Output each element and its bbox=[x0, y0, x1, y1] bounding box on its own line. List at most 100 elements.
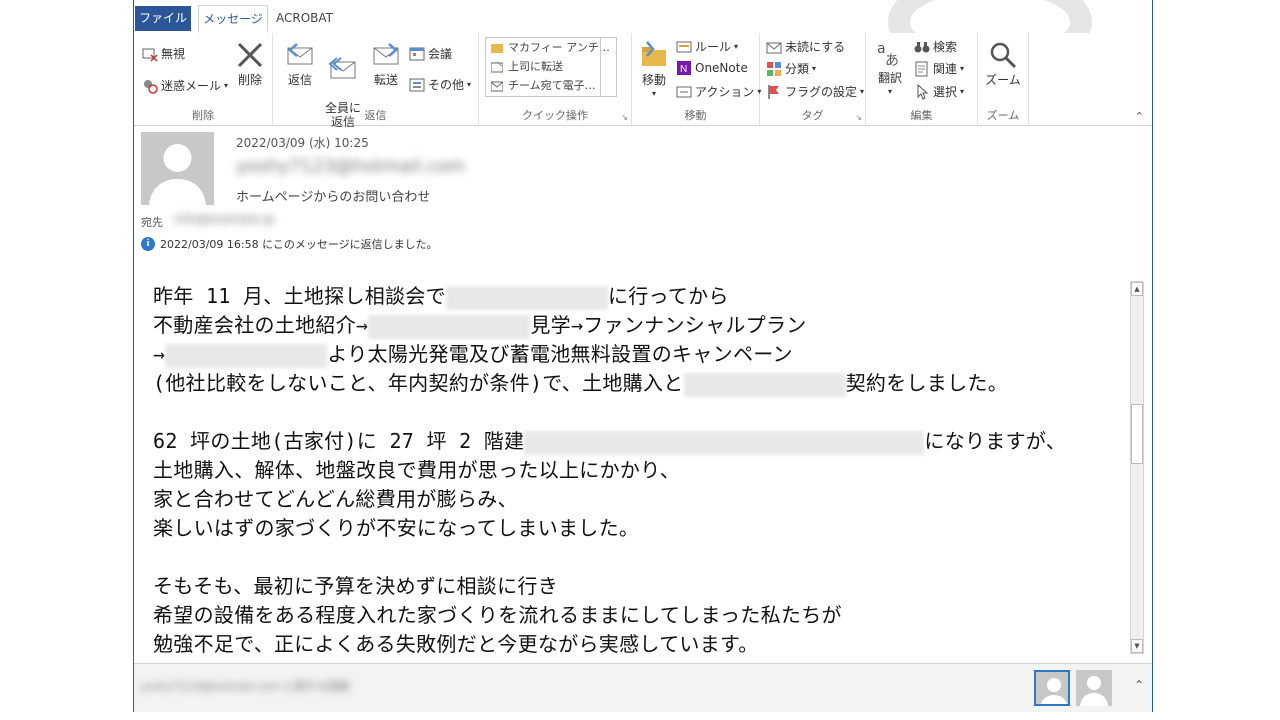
ignore-button[interactable]: 無視 bbox=[142, 45, 185, 62]
group-zoom-label: ズーム bbox=[986, 109, 1020, 122]
move-label: 移動 bbox=[641, 73, 666, 87]
junk-icon bbox=[142, 78, 158, 94]
group-move: 移動 ▾ ルール ▾ N OneNote アクション ▾ 移動 bbox=[632, 33, 761, 125]
body-text: に行ってから bbox=[607, 284, 729, 308]
onenote-label: OneNote bbox=[695, 61, 748, 75]
people-avatar[interactable] bbox=[1076, 670, 1112, 706]
find-label: 検索 bbox=[933, 40, 958, 54]
svg-text:あ: あ bbox=[885, 53, 899, 68]
body-text: より太陽光発電及び蓄電池無料設置のキャンペーン bbox=[327, 342, 793, 366]
binoculars-icon bbox=[914, 39, 930, 55]
reply-icon bbox=[284, 39, 316, 71]
message-header: 2022/03/09 (水) 10:25 yoshy7123@hotmail.c… bbox=[134, 126, 1152, 256]
body-paragraph-2: 62 坪の土地(古家付)に 27 坪 2 階建 になりますが、 土地購入、解体、地… bbox=[153, 427, 1066, 543]
actions-icon bbox=[676, 84, 692, 100]
people-avatar[interactable] bbox=[1034, 670, 1070, 706]
redacted-text bbox=[683, 372, 846, 397]
cursor-icon bbox=[914, 83, 930, 100]
tab-acrobat[interactable]: ACROBAT bbox=[276, 6, 333, 31]
group-tags-label: タグ bbox=[801, 109, 824, 122]
svg-text:N: N bbox=[680, 64, 687, 75]
quick-step-item[interactable]: チーム宛て電子… bbox=[486, 76, 616, 95]
junk-dropdown-icon: ▾ bbox=[224, 81, 229, 90]
related-button[interactable]: 関連 ▾ bbox=[914, 60, 964, 77]
redacted-text bbox=[445, 285, 608, 310]
mark-unread-button[interactable]: 未読にする bbox=[766, 38, 845, 55]
ribbon: 無視 迷惑メール ▾ 削除 削除 返信 全員に 返信 転送 会議 その他 ▾ 返… bbox=[134, 33, 1152, 129]
tags-dialog-launcher-icon[interactable]: ↘ bbox=[855, 113, 862, 122]
find-button[interactable]: 検索 bbox=[914, 38, 957, 55]
scroll-up-icon[interactable]: ▲ bbox=[1131, 282, 1143, 296]
message-text: 昨年 11 月、土地探し相談会で に行ってから 不動産会社の土地紹介→ 見学→ファン… bbox=[153, 282, 1066, 662]
body-paragraph-1: 昨年 11 月、土地探し相談会で に行ってから 不動産会社の土地紹介→ 見学→ファン… bbox=[153, 282, 1066, 398]
body-text: 62 坪の土地(古家付)に 27 坪 2 階建 bbox=[153, 429, 525, 453]
quick-step-label: チーム宛て電子… bbox=[508, 79, 596, 92]
tab-message[interactable]: メッセージ bbox=[198, 5, 268, 33]
categorize-label: 分類 bbox=[785, 62, 810, 76]
body-text: 見学→ファンナンシャルプラン bbox=[530, 313, 807, 337]
body-line: 希望の設備をある程度入れた家づくりを流れるままにしてしまった私たちが bbox=[153, 603, 842, 627]
info-icon: i bbox=[141, 237, 155, 251]
scroll-down-icon[interactable]: ▼ bbox=[1131, 639, 1143, 653]
actions-button[interactable]: アクション ▾ bbox=[676, 83, 761, 100]
group-delete: 無視 迷惑メール ▾ 削除 削除 bbox=[134, 33, 273, 125]
dialog-launcher-icon[interactable]: ↘ bbox=[621, 113, 628, 122]
reply-button[interactable]: 返信 bbox=[281, 39, 319, 87]
sender-address[interactable]: yoshy7123@hotmail.com bbox=[236, 156, 465, 177]
scroll-up-icon[interactable]: ▲ bbox=[604, 58, 607, 77]
quick-step-label: 上司に転送 bbox=[508, 60, 563, 73]
categorize-button[interactable]: 分類 ▾ bbox=[766, 60, 816, 77]
body-line: そもそも、最初に予算を決めずに相談に行き bbox=[153, 574, 558, 598]
translate-button[interactable]: aあ 翻訳 ▾ bbox=[872, 37, 908, 99]
rules-label: ルール bbox=[695, 40, 732, 54]
junk-button[interactable]: 迷惑メール ▾ bbox=[142, 77, 228, 94]
team-mail-icon bbox=[489, 78, 505, 94]
group-edit-label: 編集 bbox=[910, 109, 933, 122]
quick-step-label: マカフィー アンチ… bbox=[508, 41, 610, 54]
flag-button[interactable]: フラグの設定 ▾ bbox=[766, 83, 864, 100]
related-label: 関連 bbox=[933, 62, 958, 76]
body-line: 昨年 11 月、土地探し相談会で に行ってから bbox=[153, 282, 1066, 311]
quick-steps-gallery[interactable]: マカフィー アンチ… 上司に転送 チーム宛て電子… ▲▼▾ bbox=[485, 37, 617, 97]
body-text: になりますが、 bbox=[924, 429, 1067, 453]
body-scrollbar[interactable]: ▲ ▼ bbox=[1130, 281, 1144, 654]
body-line: → より太陽光発電及び蓄電池無料設置のキャンペーン bbox=[153, 340, 1066, 369]
message-body: 昨年 11 月、土地探し相談会で に行ってから 不動産会社の土地紹介→ 見学→ファン… bbox=[134, 270, 1134, 662]
delete-button[interactable]: 削除 bbox=[232, 39, 268, 87]
meeting-label: 会議 bbox=[428, 47, 453, 61]
scroll-thumb[interactable] bbox=[1131, 404, 1143, 464]
people-pane-text[interactable]: yoshy7123@hotmail.com に関する情報 bbox=[140, 678, 350, 694]
body-text: 不動産会社の土地紹介→ bbox=[153, 313, 369, 337]
magnifier-icon bbox=[987, 39, 1019, 71]
delete-icon bbox=[234, 39, 266, 71]
body-text: 契約をしました。 bbox=[845, 371, 1008, 395]
zoom-button[interactable]: ズーム bbox=[983, 39, 1023, 87]
rules-button[interactable]: ルール ▾ bbox=[676, 38, 738, 55]
group-move-label: 移動 bbox=[684, 109, 707, 122]
select-label: 選択 bbox=[933, 85, 958, 99]
quick-step-item[interactable]: 上司に転送 bbox=[486, 57, 616, 76]
forward-button[interactable]: 転送 bbox=[367, 39, 405, 87]
quick-step-item[interactable]: マカフィー アンチ… bbox=[486, 38, 616, 57]
tab-file[interactable]: ファイル bbox=[135, 6, 191, 31]
expand-people-pane-icon[interactable]: ⌃ bbox=[1134, 678, 1144, 692]
more-dropdown-icon: ▾ bbox=[467, 80, 472, 89]
flag-dropdown-icon: ▾ bbox=[860, 87, 865, 96]
scroll-down-icon[interactable]: ▼ bbox=[610, 58, 613, 77]
forward-mail-icon bbox=[489, 59, 505, 75]
onenote-button[interactable]: N OneNote bbox=[676, 60, 748, 76]
more-button[interactable]: その他 ▾ bbox=[409, 76, 471, 93]
message-date: 2022/03/09 (水) 10:25 bbox=[236, 136, 369, 150]
collapse-ribbon-icon[interactable]: ⌃ bbox=[1135, 110, 1144, 123]
move-button[interactable]: 移動 ▾ bbox=[636, 39, 672, 101]
select-button[interactable]: 選択 ▾ bbox=[914, 83, 964, 100]
categorize-dropdown-icon: ▾ bbox=[812, 64, 817, 73]
to-value[interactable]: info@example.jp bbox=[174, 212, 275, 226]
translate-icon: aあ bbox=[874, 37, 906, 69]
body-paragraph-3: そもそも、最初に予算を決めずに相談に行き 希望の設備をある程度入れた家づくりを流… bbox=[153, 572, 1066, 659]
related-icon bbox=[914, 61, 930, 77]
quick-steps-scroll[interactable]: ▲▼▾ bbox=[600, 38, 616, 96]
meeting-button[interactable]: 会議 bbox=[409, 45, 452, 62]
move-icon bbox=[638, 39, 670, 71]
redacted-text bbox=[368, 314, 531, 339]
